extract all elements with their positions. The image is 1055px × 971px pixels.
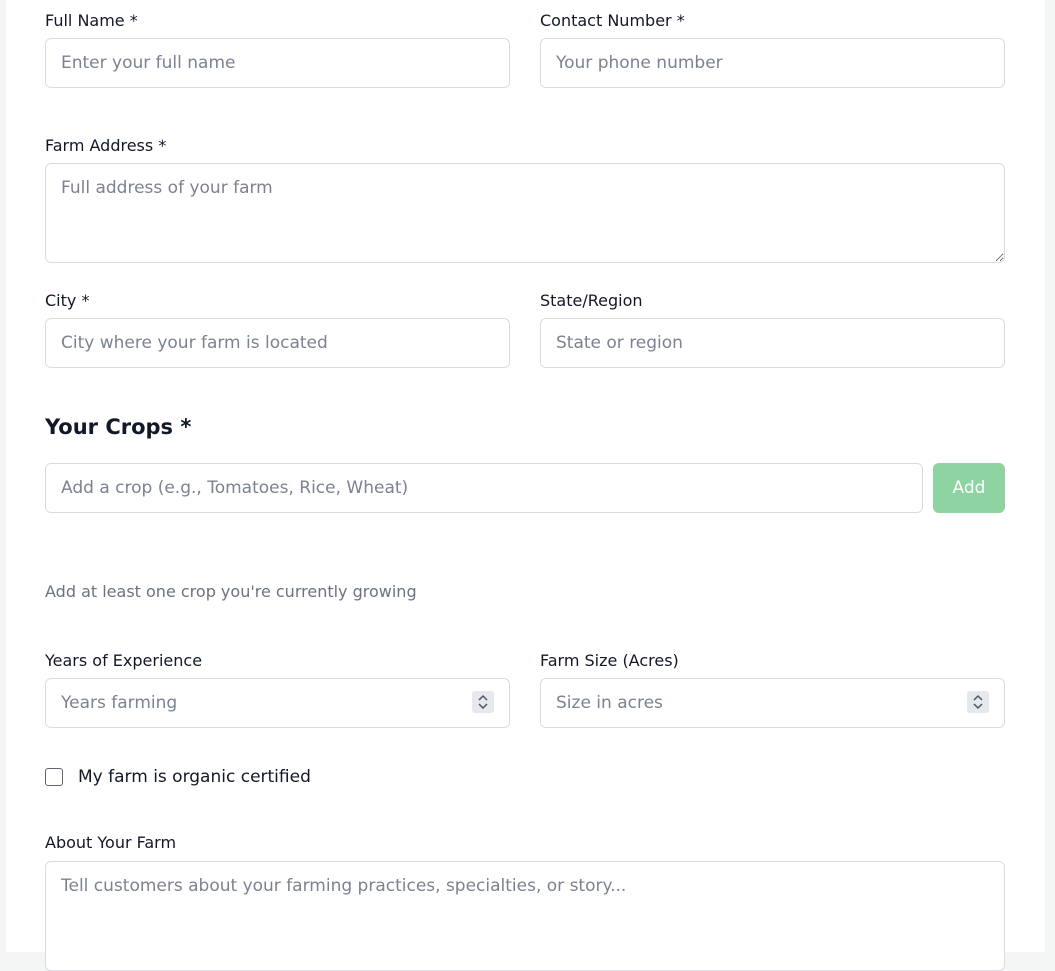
crop-input[interactable] — [45, 463, 923, 513]
farm-size-label: Farm Size (Acres) — [540, 651, 679, 670]
farm-address-textarea[interactable] — [45, 163, 1005, 263]
city-input[interactable] — [45, 318, 510, 368]
about-farm-label: About Your Farm — [45, 833, 177, 852]
farm-size-field — [540, 678, 1005, 728]
crops-hint: Add at least one crop you're currently g… — [45, 582, 417, 601]
farm-size-stepper-icon[interactable] — [967, 691, 989, 713]
state-region-label: State/Region — [540, 291, 643, 310]
organic-checkbox[interactable] — [45, 768, 63, 786]
state-region-input[interactable] — [540, 318, 1005, 368]
years-experience-input[interactable] — [45, 678, 510, 728]
contact-number-input[interactable] — [540, 38, 1005, 88]
farm-size-input[interactable] — [540, 678, 1005, 728]
contact-number-label: Contact Number * — [540, 11, 685, 30]
about-farm-textarea[interactable] — [45, 861, 1005, 971]
city-label: City * — [45, 291, 90, 310]
full-name-input[interactable] — [45, 38, 510, 88]
years-experience-stepper-icon[interactable] — [472, 691, 494, 713]
years-experience-field — [45, 678, 510, 728]
full-name-label: Full Name * — [45, 11, 138, 30]
organic-checkbox-label[interactable]: My farm is organic certified — [78, 766, 311, 788]
years-experience-label: Years of Experience — [45, 651, 203, 670]
add-crop-button[interactable]: Add — [933, 463, 1005, 513]
crops-section-title: Your Crops * — [45, 415, 192, 439]
farm-address-label: Farm Address * — [45, 136, 167, 155]
